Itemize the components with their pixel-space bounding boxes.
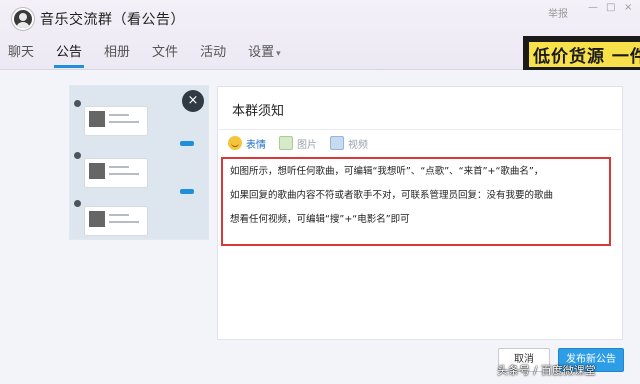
image-button[interactable]: 图片 (279, 136, 317, 151)
video-button[interactable]: 视频 (330, 136, 368, 151)
tab-chat[interactable]: 聊天 (6, 44, 36, 68)
thumb-line (109, 173, 139, 175)
chevron-down-icon: ▾ (276, 49, 281, 59)
tab-files[interactable]: 文件 (150, 44, 180, 68)
thumb-cover (89, 111, 105, 127)
thumb-line (109, 166, 129, 168)
thumb-cover (89, 163, 105, 179)
tab-album[interactable]: 相册 (102, 44, 132, 68)
tab-settings-label: 设置 (248, 45, 275, 60)
thumb-bubble (180, 141, 194, 146)
thumb-bubble (180, 189, 194, 194)
divider (218, 129, 622, 130)
tab-announcement[interactable]: 公告 (54, 44, 85, 68)
thumb-avatar (74, 152, 81, 159)
emoji-button[interactable]: 表情 (228, 136, 266, 151)
thumb-line (109, 221, 139, 223)
image-label: 图片 (297, 139, 317, 151)
tab-bar: 聊天 公告 相册 文件 活动 设置 ▾ (6, 44, 301, 68)
announcement-editor: 本群须知 表情 图片 视频 如图所示，想听任何歌曲，可编辑“我想听”、“点歌”、… (217, 86, 623, 340)
announcement-line: 想看任何视频，可编辑“搜”+“电影名”即可 (230, 214, 410, 225)
announcement-body-textarea[interactable]: 如图所示，想听任何歌曲，可编辑“我想听”、“点歌”、“来首”+“歌曲名”， 如果… (221, 157, 611, 246)
emoji-label: 表情 (246, 139, 266, 151)
title-bar: 音乐交流群（看公告） 举报 — □ × 聊天 公告 相册 文件 活动 设置 ▾ 低… (0, 0, 640, 70)
maximize-icon[interactable]: □ (606, 2, 615, 13)
image-icon (279, 136, 293, 150)
tab-activities[interactable]: 活动 (198, 44, 228, 68)
announcement-line: 如图所示，想听任何歌曲，可编辑“我想听”、“点歌”、“来首”+“歌曲名”， (230, 166, 544, 177)
video-icon (330, 136, 344, 150)
announcement-line: 如果回复的歌曲内容不符或者歌手不对，可联系管理员回复：没有我要的歌曲 (230, 190, 554, 201)
thumb-music-card (84, 158, 148, 188)
thumb-avatar (74, 200, 81, 207)
window-title: 音乐交流群（看公告） (40, 12, 185, 28)
thumb-music-card (84, 206, 148, 236)
close-window-icon[interactable]: × (624, 2, 632, 13)
thumb-line (109, 114, 129, 116)
ad-banner-text: 低价货源 一件 (529, 42, 640, 67)
thumb-line (109, 214, 129, 216)
watermark: 头条号 / 百度微课堂 (497, 364, 596, 377)
remove-image-icon[interactable]: × (182, 90, 204, 112)
thumb-avatar (74, 100, 81, 107)
group-avatar[interactable] (12, 8, 34, 30)
emoji-icon (228, 136, 242, 150)
tab-settings[interactable]: 设置 ▾ (246, 44, 283, 68)
ad-banner[interactable]: 低价货源 一件 (523, 36, 640, 70)
report-link[interactable]: 举报 (548, 5, 568, 20)
thumb-line (109, 121, 139, 123)
announcement-title-input[interactable]: 本群须知 (232, 100, 284, 119)
thumb-cover (89, 211, 105, 227)
editor-toolbar: 表情 图片 视频 (228, 134, 381, 152)
video-label: 视频 (348, 139, 368, 151)
minimize-icon[interactable]: — (588, 2, 598, 13)
thumb-music-card (84, 106, 148, 136)
